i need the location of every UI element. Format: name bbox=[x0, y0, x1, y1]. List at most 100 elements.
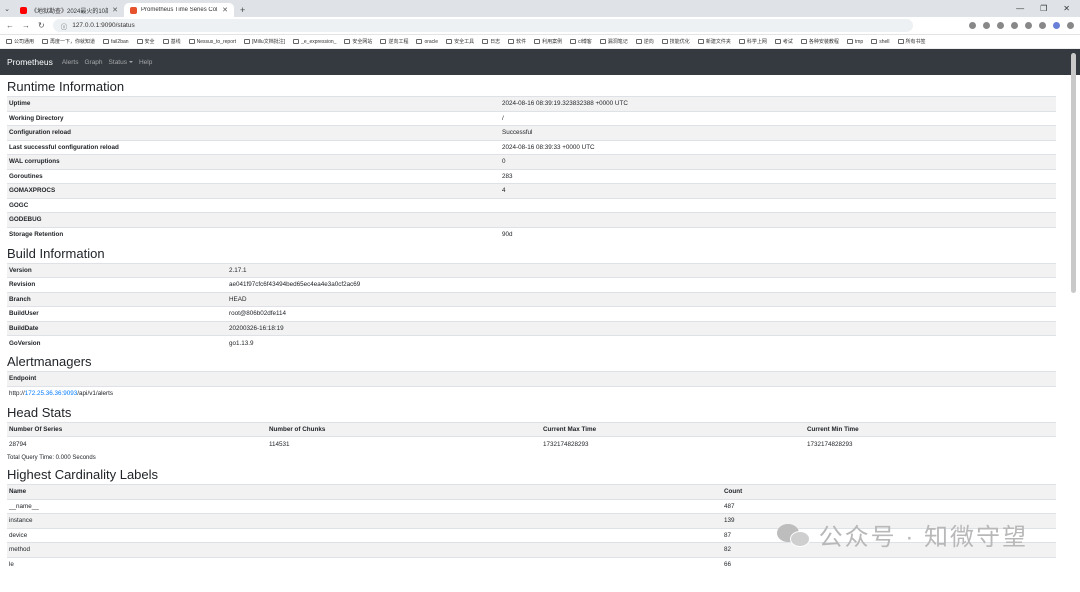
back-icon[interactable]: ← bbox=[6, 21, 14, 30]
endpoint-link[interactable]: 172.25.36.36:9093 bbox=[25, 390, 78, 397]
bookmark-item[interactable]: [Millu文档批注] bbox=[244, 38, 285, 45]
bookmark-item[interactable]: 所有书签 bbox=[897, 38, 926, 45]
bookmark-item[interactable]: 基线 bbox=[162, 38, 181, 45]
bookmark-item[interactable]: cl博客 bbox=[570, 38, 592, 45]
bookmark-item[interactable]: 技能优化 bbox=[661, 38, 690, 45]
browser-tab[interactable]: 《地狱勘查》2024最火的10部... ✕ bbox=[14, 3, 124, 17]
value-cell: go1.13.9 bbox=[227, 335, 1056, 350]
new-tab-button[interactable]: + bbox=[234, 3, 251, 17]
build-title: Build Information bbox=[7, 245, 105, 261]
bookmark-item[interactable]: 科学上网 bbox=[738, 38, 767, 45]
label-count-cell: 66 bbox=[722, 556, 1056, 572]
folder-icon bbox=[635, 39, 642, 44]
folder-icon bbox=[188, 39, 195, 44]
bookmark-item[interactable]: tmp bbox=[846, 39, 863, 45]
tab-title: 《地狱勘查》2024最火的10部... bbox=[31, 8, 109, 15]
youtube-favicon-icon bbox=[20, 6, 27, 14]
bookmark-item[interactable]: 逆向工程 bbox=[380, 38, 408, 45]
table-row: WAL corruptions 0 bbox=[7, 154, 1056, 169]
bookmark-item[interactable]: oracle bbox=[416, 39, 438, 45]
browser-tab-strip: ⌄ 《地狱勘查》2024最火的10部... ✕ Prometheus Time … bbox=[0, 0, 1080, 17]
bookmark-label: 考试 bbox=[782, 39, 793, 45]
bookmark-item[interactable]: fail2ban bbox=[103, 39, 129, 45]
reload-icon[interactable]: ↻ bbox=[38, 21, 45, 30]
folder-icon bbox=[508, 39, 515, 44]
close-tab-icon[interactable]: ✕ bbox=[112, 6, 118, 14]
minimize-icon[interactable]: — bbox=[1016, 4, 1024, 13]
folder-icon bbox=[380, 39, 387, 44]
bookmark-item[interactable]: 公司通用 bbox=[6, 38, 34, 45]
folder-icon bbox=[416, 39, 423, 44]
key-cell: Configuration reload bbox=[7, 125, 500, 140]
label-name-cell: instance bbox=[7, 513, 722, 528]
folder-icon bbox=[800, 39, 807, 44]
bookmark-item[interactable]: 考试 bbox=[774, 38, 793, 45]
brand-link[interactable]: Prometheus bbox=[7, 57, 53, 67]
page-scrollbar[interactable] bbox=[1071, 53, 1076, 293]
folder-icon bbox=[244, 39, 251, 44]
bookmark-item[interactable]: 利用案例 bbox=[534, 38, 562, 45]
extension-icon[interactable] bbox=[1039, 22, 1046, 29]
prometheus-navbar: Prometheus Alerts Graph Status Help bbox=[0, 49, 1080, 75]
folder-icon bbox=[103, 39, 110, 44]
nav-help[interactable]: Help bbox=[139, 59, 152, 66]
address-bar[interactable]: ⓘ 127.0.0.1:9090/status bbox=[52, 19, 913, 32]
head-stats-title: Head Stats bbox=[7, 404, 72, 420]
bookmark-item[interactable]: 安全工具 bbox=[446, 38, 474, 45]
key-cell: Uptime bbox=[7, 96, 500, 111]
endpoint-header: Endpoint bbox=[7, 371, 1056, 386]
table-row: 28794 114531 1732174828293 1732174828293 bbox=[7, 436, 1056, 451]
key-cell: GOGC bbox=[7, 197, 500, 213]
browser-tab-active[interactable]: Prometheus Time Series Col... ✕ bbox=[124, 3, 234, 17]
restore-icon[interactable]: ❐ bbox=[1040, 4, 1047, 13]
bookmark-star-icon[interactable] bbox=[983, 22, 990, 29]
bookmark-label: 利用案例 bbox=[542, 39, 563, 45]
bookmark-item[interactable]: 新建文件夹 bbox=[697, 38, 731, 45]
nav-graph[interactable]: Graph bbox=[84, 59, 102, 66]
max-time: 1732174828293 bbox=[541, 436, 805, 451]
bookmark-label: cl博客 bbox=[578, 39, 592, 45]
bookmark-item[interactable]: 各种安装教程 bbox=[800, 38, 839, 45]
value-cell: 20200326-16:18:19 bbox=[227, 320, 1056, 336]
window-controls: — ❐ ✕ bbox=[1016, 0, 1080, 17]
table-row: Last successful configuration reload 2024… bbox=[7, 139, 1056, 155]
bookmark-label: 基线 bbox=[170, 39, 181, 45]
table-row: Uptime 2024-08-16 08:39:19.323832388 +000… bbox=[7, 96, 1056, 111]
site-info-icon[interactable]: ⓘ bbox=[61, 21, 68, 31]
url-text: 127.0.0.1:9090/status bbox=[72, 22, 135, 29]
bookmark-item[interactable]: 再度一下，你就知道 bbox=[42, 38, 95, 45]
menu-icon[interactable] bbox=[1067, 22, 1074, 29]
value-cell: ae041f97cfc6f43494bed65ec4ea4e3a0cf2ac69 bbox=[227, 277, 1056, 292]
bookmark-item[interactable]: _e_expression_ bbox=[293, 39, 336, 45]
bookmark-label: 公司通用 bbox=[14, 39, 35, 45]
bookmark-item[interactable]: Nessus_to_report bbox=[188, 39, 236, 45]
profile-avatar-icon[interactable] bbox=[1053, 22, 1060, 29]
series-count: 28794 bbox=[7, 436, 267, 451]
nav-alerts[interactable]: Alerts bbox=[62, 59, 79, 66]
endpoint-prefix: http:// bbox=[9, 390, 25, 397]
bookmark-item[interactable]: 软件 bbox=[508, 38, 526, 45]
bookmark-item[interactable]: 漏洞笔记 bbox=[599, 38, 628, 45]
bookmark-label: fail2ban bbox=[111, 38, 129, 45]
bookmark-item[interactable]: 安全网站 bbox=[344, 38, 372, 45]
bookmark-item[interactable]: shell bbox=[871, 39, 890, 45]
translate-icon[interactable] bbox=[969, 22, 976, 29]
folder-icon bbox=[774, 39, 781, 44]
head-stats-table: Number Of Series Number of Chunks Curren… bbox=[7, 421, 1056, 451]
close-tab-icon[interactable]: ✕ bbox=[222, 6, 228, 14]
extension-icon[interactable] bbox=[1011, 22, 1018, 29]
bookmark-item[interactable]: 日志 bbox=[482, 38, 500, 45]
tab-search-icon[interactable]: ⌄ bbox=[0, 0, 14, 17]
extension-icon[interactable] bbox=[997, 22, 1004, 29]
folder-icon bbox=[162, 39, 169, 44]
table-row: Storage Retention 90d bbox=[7, 226, 1056, 242]
forward-icon[interactable]: → bbox=[22, 21, 30, 30]
nav-status[interactable]: Status bbox=[109, 59, 133, 66]
build-table: Version 2.17.1 Revision ae041f97cfc6f43494b… bbox=[7, 262, 1056, 350]
watermark: 公众号 · 知微守望 bbox=[776, 517, 1028, 552]
label-name-cell: __name__ bbox=[7, 498, 722, 514]
close-window-icon[interactable]: ✕ bbox=[1063, 4, 1070, 13]
extension-icon[interactable] bbox=[1025, 22, 1032, 29]
bookmark-item[interactable]: 逆向 bbox=[635, 38, 654, 45]
bookmark-item[interactable]: 安全 bbox=[136, 38, 155, 45]
